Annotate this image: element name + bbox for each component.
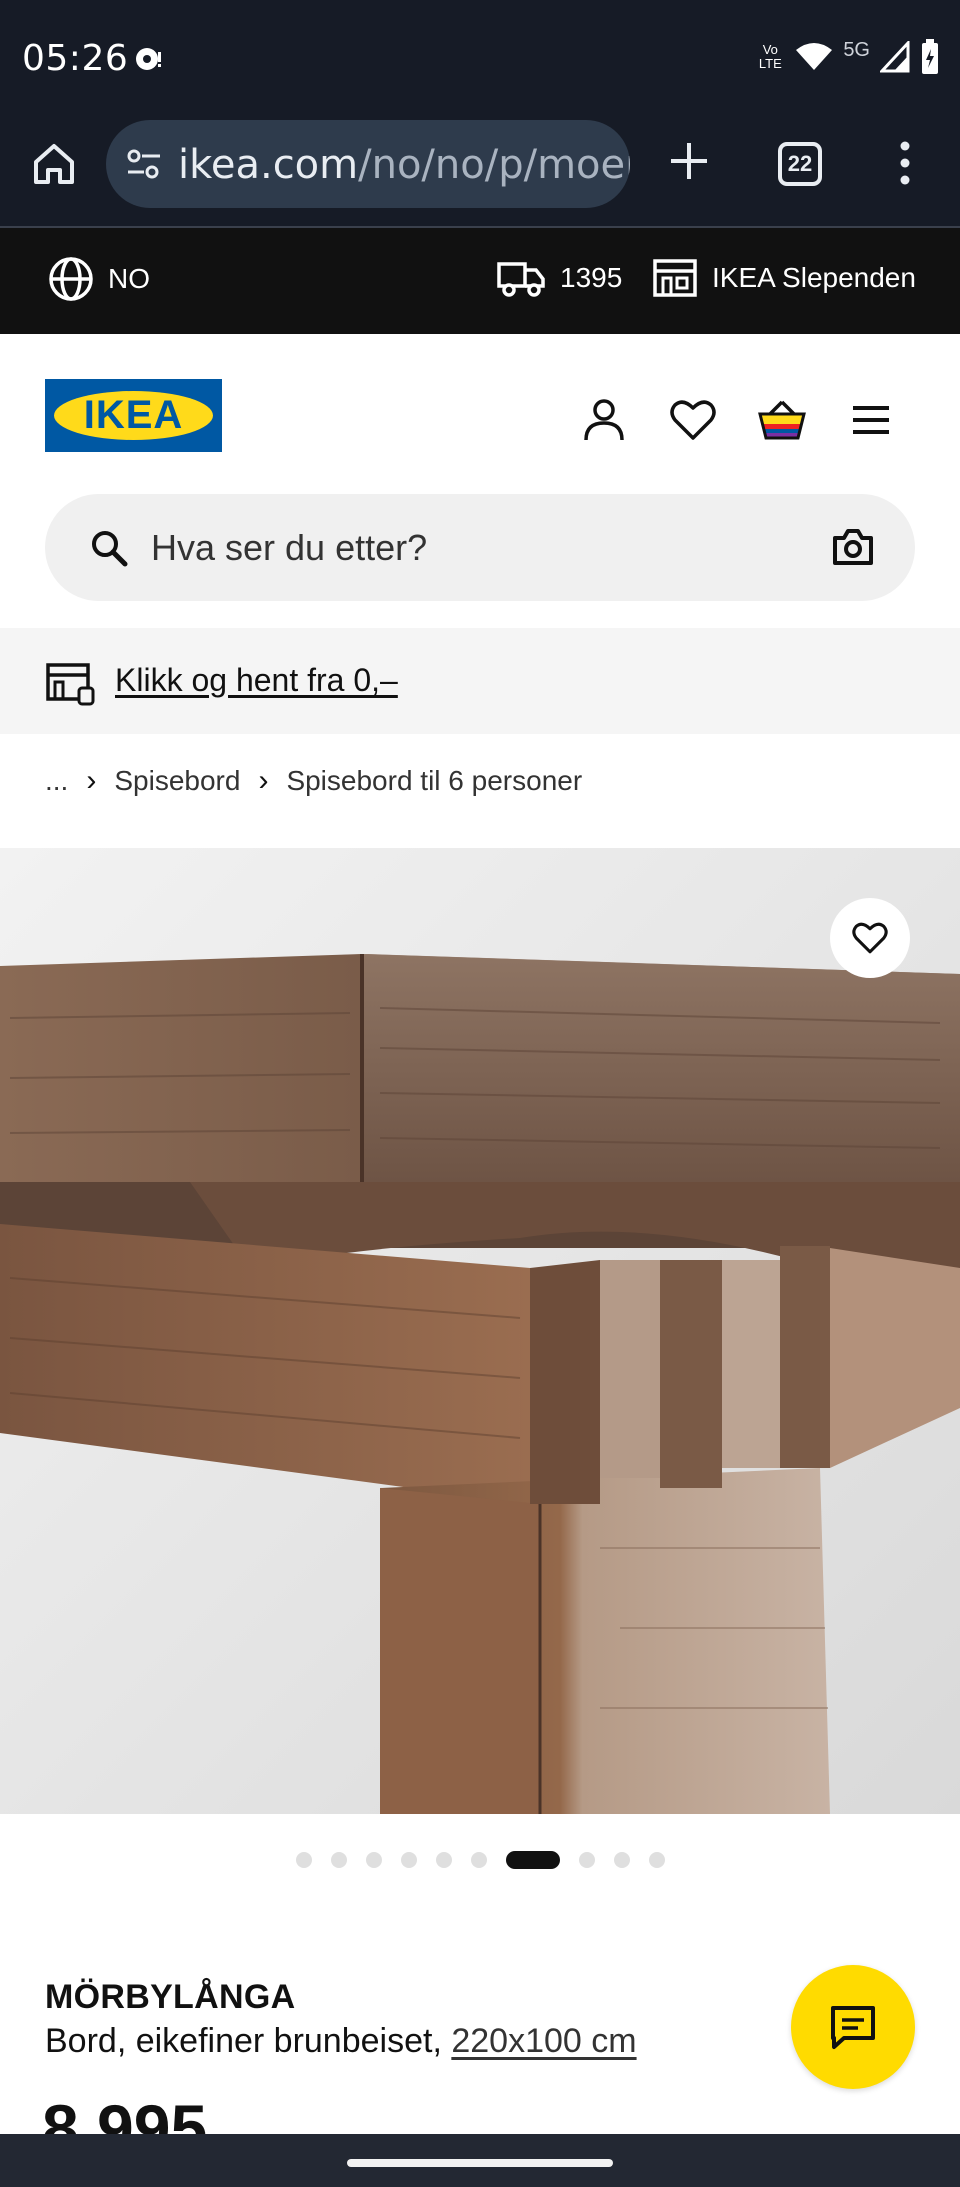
- logo-text: IKEA: [83, 393, 184, 437]
- search-input[interactable]: Hva ser du etter?: [45, 494, 915, 601]
- status-time: 05:26: [22, 38, 129, 79]
- volte-icon: Vo LTE: [758, 42, 782, 71]
- gallery-pagination: [0, 1850, 960, 1870]
- account-icon[interactable]: [578, 394, 630, 446]
- product-name: MÖRBYLÅNGA: [45, 1978, 296, 2016]
- network-type: 5G: [843, 38, 870, 61]
- top-strip: NO 1395 IKEA Slependen: [0, 228, 960, 334]
- search-placeholder: Hva ser du etter?: [151, 527, 428, 568]
- product-size-link[interactable]: 220x100 cm: [451, 2022, 636, 2060]
- url-path: /no/no/p/moer: [358, 142, 630, 188]
- postal-code: 1395: [560, 262, 623, 293]
- wishlist-icon[interactable]: [667, 394, 719, 446]
- save-to-wishlist-button[interactable]: [830, 898, 910, 978]
- wifi-icon: [796, 43, 833, 70]
- gallery-dot[interactable]: [613, 1852, 630, 1868]
- system-nav-bar: [0, 2134, 960, 2187]
- tab-switcher-button[interactable]: 22: [778, 142, 822, 186]
- heart-icon: [852, 922, 888, 954]
- globe-icon: [49, 257, 93, 301]
- url-text: ikea.com/no/no/p/moer: [178, 142, 630, 188]
- camera-search-icon[interactable]: [831, 526, 875, 568]
- new-tab-icon[interactable]: [668, 140, 710, 182]
- gallery-dot-active[interactable]: [505, 1851, 560, 1869]
- status-icons: Vo LTE 5G: [755, 36, 940, 78]
- click-and-collect-banner[interactable]: Klikk og hent fra 0,–: [0, 628, 960, 734]
- store-selector[interactable]: IKEA Slependen: [652, 256, 916, 300]
- ikea-logo[interactable]: IKEA: [45, 379, 222, 452]
- notification-icon: [136, 48, 161, 70]
- gallery-dot[interactable]: [400, 1852, 417, 1868]
- gesture-handle[interactable]: [347, 2159, 613, 2167]
- search-icon: [92, 531, 128, 567]
- gallery-dot[interactable]: [295, 1852, 312, 1868]
- store-icon: [653, 259, 697, 297]
- breadcrumb-ellipsis[interactable]: ...: [45, 765, 68, 797]
- store-pickup-icon: [46, 663, 95, 706]
- hamburger-menu-icon[interactable]: [845, 394, 897, 446]
- gallery-dot[interactable]: [578, 1852, 595, 1868]
- gallery-dot[interactable]: [330, 1852, 347, 1868]
- breadcrumb-item-spisebord[interactable]: Spisebord: [114, 765, 240, 797]
- home-icon[interactable]: [28, 138, 80, 190]
- signal-icon: [880, 41, 910, 73]
- store-name: IKEA Slependen: [712, 262, 916, 293]
- truck-icon: [497, 262, 545, 297]
- country-code: NO: [108, 263, 150, 294]
- gallery-dot[interactable]: [648, 1852, 665, 1868]
- breadcrumb: ... › Spisebord › Spisebord til 6 person…: [45, 764, 582, 798]
- more-menu-icon[interactable]: [895, 140, 915, 186]
- chevron-right-icon: ›: [258, 764, 269, 797]
- site-settings-icon[interactable]: [124, 144, 164, 184]
- country-selector[interactable]: NO: [48, 256, 150, 302]
- cart-icon[interactable]: [756, 394, 808, 446]
- breadcrumb-item-spisebord-6[interactable]: Spisebord til 6 personer: [286, 765, 582, 797]
- chevron-right-icon: ›: [86, 764, 97, 797]
- product-photo: [0, 848, 960, 1814]
- product-description: Bord, eikefiner brunbeiset, 220x100 cm: [45, 2022, 637, 2061]
- gallery-dot[interactable]: [470, 1852, 487, 1868]
- product-image[interactable]: [0, 848, 960, 1814]
- gallery-dot[interactable]: [435, 1852, 452, 1868]
- site-header: IKEA Hva ser du etter?: [0, 334, 960, 629]
- battery-icon: [922, 39, 938, 74]
- promo-link[interactable]: Klikk og hent fra 0,–: [115, 662, 398, 699]
- delivery-postcode[interactable]: 1395: [496, 256, 622, 300]
- address-bar[interactable]: ikea.com/no/no/p/moer: [106, 120, 630, 208]
- url-host: ikea.com: [178, 142, 359, 188]
- chat-icon: [831, 2006, 875, 2049]
- product-description-text: Bord, eikefiner brunbeiset,: [45, 2022, 452, 2060]
- status-bar: 05:26 Vo LTE 5G: [0, 0, 960, 118]
- gallery-dot[interactable]: [365, 1852, 382, 1868]
- chat-button[interactable]: [791, 1965, 915, 2089]
